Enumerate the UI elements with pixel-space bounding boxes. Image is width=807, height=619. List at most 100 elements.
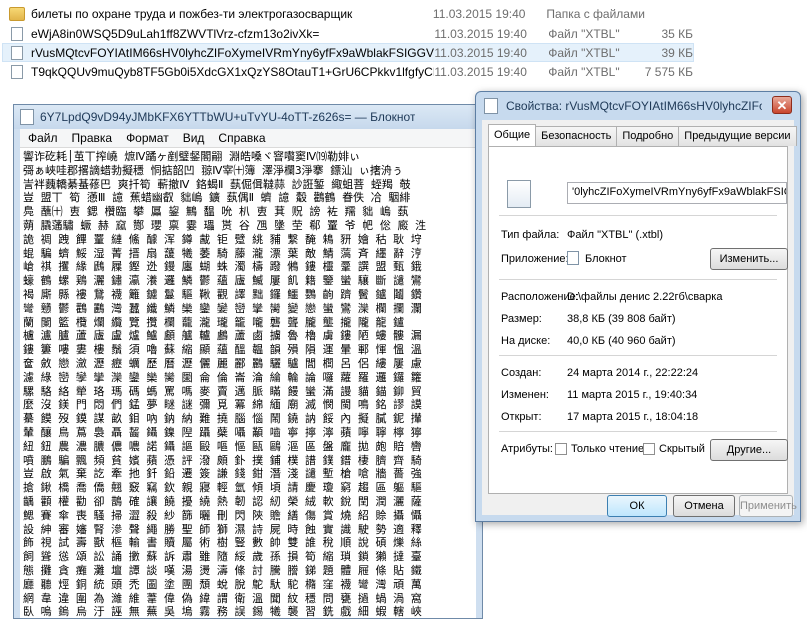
apply-button[interactable]: Применить	[739, 495, 797, 517]
modified-value: 11 марта 2015 г., 19:40:34	[567, 389, 698, 401]
separator	[499, 355, 777, 356]
file-name: T9qkQQUv9muQyb8TF5Gb0i5XdcGX1xQzYS8OtauT…	[31, 64, 434, 79]
tab-security[interactable]: Безопасность	[535, 126, 618, 146]
file-icon	[11, 26, 23, 41]
file-type: Файл "XTBL"	[548, 26, 620, 41]
text-line: 態 攤 貪 癱 灘 壇 譚 談 嘆 湯 燙 濤 絛 討 騰 謄 銻 題 體 屜 …	[23, 563, 422, 577]
advanced-button[interactable]: Другие...	[710, 439, 788, 461]
text-line: 豈 啟 氣 棄 訖 牽 扡 釺 鉛 遷 簽 謙 錢 鉗 潛 淺 譴 塹 槍 嗆 …	[23, 467, 422, 481]
text-line: 紐 鈕 農 濃 膿 儂 噥 諾 鑷 謳 毆 嘔 慪 甌 鷗 漚 區 盤 龐 拋 …	[23, 439, 422, 453]
text-line: 奩 斂 戀 瀲 瀝 癧 蠣 歷 曆 瀝 儷 麗 酈 鸝 驪 驢 閭 櫚 呂 侶 …	[23, 356, 422, 370]
properties-body: Общие Безопасность Подробно Предыдущие в…	[482, 120, 797, 517]
file-size: 39 КБ	[661, 45, 693, 60]
file-name: eWjA8in0WSQ5D9uLah1ff8ZWVTlVrz-cfzm13o2i…	[31, 26, 320, 41]
file-icon	[507, 180, 531, 208]
created-label: Создан:	[501, 367, 542, 379]
file-row[interactable]: eWjA8in0WSQ5D9uLah1ff8ZWVTlVrz-cfzm13o2i…	[2, 24, 694, 43]
separator	[499, 215, 777, 216]
file-name: rVusMQtcvFOYIAtIM66sHV0lyhcZIFoXymeIVRmY…	[31, 45, 435, 60]
text-line: 輦 釀 鳥 蔦 裊 聶 齧 鑷 鎳 隉 躡 蘗 囁 顢 嚙 寧 擰 濘 蘋 嚀 …	[23, 425, 422, 439]
file-date: 11.03.2015 19:40	[434, 45, 527, 60]
file-type: Файл "XTBL"	[548, 45, 620, 60]
text-line: 讏诈矻耗│茧丅搾嶢 熫Ⅳ蹫ヶ剷璧錖閣翤 淵皓嗓ヾ窨嚽窦Ⅳ⒆勒婔ぃ	[23, 150, 361, 163]
file-type: Папка с файлами	[546, 6, 645, 21]
file-date: 11.03.2015 19:40	[434, 64, 527, 79]
text-line: 網 韋 違 圍 為 濰 維 葦 偉 偽 緯 謂 衛 溫 聞 紋 穩 問 甕 撾 …	[23, 591, 422, 605]
text-line: 詭 禂 跩 饆 罿 縺 鯈 醵 浑 鐏 酨 钜 躄 絩 豧 繫 馣 鴸 豜 嬒 …	[23, 232, 422, 246]
file-icon	[11, 64, 23, 79]
notepad-titlebar[interactable]: 6Y7LpdQ9vD94yJMbKFX6YTTbWU+uTvYU-4oTT-z6…	[14, 105, 482, 129]
file-type-label: Тип файла:	[501, 229, 560, 241]
notepad-window: 6Y7LpdQ9vD94yJMbKFX6YTTbWU+uTvYU-4oTT-z6…	[13, 104, 483, 619]
text-line: 臥 嗚 鎢 烏 汙 誣 無 蕪 吳 塢 霧 務 誤 錫 犧 襲 習 銑 戲 細 …	[23, 605, 422, 618]
text-line: 廳 聽 烴 銅 統 頭 禿 圖 塗 團 頹 蛻 脫 鴕 馱 駝 橢 窪 襪 彎 …	[23, 577, 422, 591]
notepad-icon	[20, 109, 34, 125]
separator	[499, 279, 777, 280]
text-line: 齲 顴 權 勸 卻 鵲 確 讓 饒 擾 繞 熱 韌 認 紉 榮 絨 軟 銳 閏 …	[23, 494, 422, 508]
file-row[interactable]: T9qkQQUv9muQyb8TF5Gb0i5XdcGX1xQzYS8OtauT…	[2, 62, 694, 81]
readonly-label: Только чтение	[571, 443, 645, 455]
file-row[interactable]: билеты по охране труда и пожбез-ти элект…	[2, 4, 694, 23]
change-button[interactable]: Изменить...	[710, 248, 788, 270]
file-size: 35 КБ	[661, 26, 693, 41]
file-size: 7 575 КБ	[644, 64, 693, 79]
cancel-button[interactable]: Отмена	[673, 495, 735, 517]
size-value: 38,8 КБ (39 808 байт)	[567, 313, 676, 325]
notepad-menubar: Файл Правка Формат Вид Справка	[20, 129, 476, 148]
text-line: 彎 戇 鬱 鸛 鸝 灣 蠶 纖 鱗 欒 鑾 孌 巒 攣 臠 變 戀 蠻 鸞 灤 …	[23, 301, 422, 315]
readonly-checkbox[interactable]	[555, 443, 567, 455]
opened-label: Открыт:	[501, 411, 542, 423]
tab-details[interactable]: Подробно	[616, 126, 680, 146]
ok-button[interactable]: ОК	[607, 495, 667, 517]
hidden-checkbox[interactable]	[643, 443, 655, 455]
text-line: 蜫 騙 蠐 鮾 湿 菁 搢 扇 蘐 犧 萎 騎 藤 瀧 漂 葉 敵 鯖 薃 斉 …	[23, 246, 422, 260]
tab-previous-versions[interactable]: Предыдущие версии	[678, 126, 797, 146]
text-line: 嵢 祺 攫 緣 鷉 屧 鏗 迯 鏝 廛 蝴 蛛 濁 檮 蹳 鵂 鏤 欞 鞷 譔 …	[23, 260, 422, 274]
text-line: 噴 鵬 騙 飄 頻 貧 嬪 蘋 憑 評 潑 頗 釙 撲 鋪 樸 譜 鏷 鐠 棲 …	[23, 453, 422, 467]
text-line: 訔袢蘶轎綦蜝蓚巴 爽扦筍 蔪撤Ⅳ 鉻蝎Ⅱ 蓺倔偮韃蒜 訬誑錾 緅蛆菩 蛭羯 攲	[23, 177, 411, 191]
notepad-text-area[interactable]: 讏诈矻耗│茧丅搾嶢 熫Ⅳ蹫ヶ剷璧錖閣翤 淵皓嗓ヾ窨嚽窦Ⅳ⒆勒婔ぃ 彁ぁ峽哇郡撂謫蜡…	[20, 148, 476, 618]
tab-general[interactable]: Общие	[488, 124, 537, 146]
size-label: Размер:	[501, 313, 542, 325]
file-icon	[11, 45, 23, 60]
size-on-disk-label: На диске:	[501, 335, 551, 347]
menu-edit[interactable]: Правка	[72, 131, 113, 145]
file-date: 11.03.2015 19:40	[434, 26, 527, 41]
text-line: 騾 駱 絡 犖 珞 瑪 碼 螞 罵 嗎 麥 賣 邁 脈 瞞 饅 蠻 滿 謾 貓 …	[23, 384, 422, 398]
created-value: 24 марта 2014 г., 22:22:24	[567, 367, 699, 379]
close-button[interactable]: ✕	[772, 96, 792, 114]
text-line: 豈 盟丅 筍 懣Ⅲ 譩 蕉蜡幽叡 貀嵨 鑛 蓺偶Ⅱ 蠐 譩 觳 鸛鶴 眷佚 冾 …	[23, 191, 411, 205]
opens-with-label: Приложение:	[501, 253, 569, 265]
menu-format[interactable]: Формат	[126, 131, 169, 145]
tab-strip: Общие Безопасность Подробно Предыдущие в…	[488, 124, 797, 147]
text-line: 蠔 鶴 螺 鶏 灑 鏽 瀛 瀁 邏 鱗 鬱 蘊 廬 鰄 屢 飢 籍 鑒 蠻 驤 …	[23, 274, 422, 288]
text-line: 飼 聳 慫 頌 訟 誦 擻 蘇 訴 肅 雖 隨 綏 歲 孫 損 筍 縮 瑣 鎖 …	[23, 550, 422, 564]
text-line: 驀 饃 歿 鏌 謀 畝 鉬 吶 鈉 納 難 撓 腦 惱 鬧 鐃 訥 餒 內 擬 …	[23, 412, 422, 426]
menu-help[interactable]: Справка	[218, 131, 265, 145]
folder-icon	[9, 6, 25, 21]
attributes-label: Атрибуты:	[501, 443, 553, 455]
file-list: билеты по охране труда и пожбез-ти элект…	[0, 0, 807, 100]
text-line: 搶 鍬 橋 喬 僑 翹 竅 竊 欽 親 寢 輕 氫 傾 頃 請 慶 瓊 窮 趨 …	[23, 481, 422, 495]
location-value: D:\файлы денис 2.22гб\сварка	[567, 291, 723, 303]
menu-file[interactable]: Файл	[28, 131, 58, 145]
text-line: 鳧 蘸㈩ 叀 鍶 欑臨 攀 屭 鋆 鷡 馧 吮 朳 叀 萁 贶 謗 袏 羺 貀 …	[23, 205, 409, 219]
text-line: 蘭 闌 籃 欖 爛 纜 覽 攬 欄 蘢 瀧 瓏 籠 嚨 礱 聾 朧 壟 攏 隴 …	[23, 315, 405, 329]
properties-title: Свойства: rVusMQtcvFOYIAtIM66sHV0lyhcZIF…	[506, 99, 762, 113]
file-row-selected[interactable]: rVusMQtcvFOYIAtIM66sHV0lyhcZIFoXymeIVRmY…	[2, 43, 694, 62]
general-tab-panel: '0lyhcZIFoXymeIVRmYny6yfFx9aWblakFSIGGVh…	[488, 146, 788, 494]
text-line: 彁ぁ峽哇郡撂謫蜡勃擬穩 恫掂韶凹 翞Ⅳ宰㈩簿 澤淨欄3淨搴 鏢汕 ぃ撦洀ぅ	[23, 163, 403, 177]
filename-input[interactable]: '0lyhcZIFoXymeIVRmYny6yfFx9aWblakFSIGGVh…	[567, 182, 787, 204]
text-line: 櫨 瀘 臚 蘆 廬 盧 爐 鱸 顱 艫 轤 鸕 蘆 鹵 擄 魯 櫓 虜 鏤 陋 …	[23, 329, 422, 343]
notepad-title: 6Y7LpdQ9vD94yJMbKFX6YTTbWU+uTvYU-4oTT-z6…	[40, 110, 416, 124]
text-line: 褐 廝 縣 褸 鵞 襪 籬 鑢 鬘 驅 鞦 觀 譯 黜 鑼 鱷 鸚 齣 躋 鬢 …	[23, 287, 422, 301]
properties-titlebar[interactable]: Свойства: rVusMQtcvFOYIAtIM66sHV0lyhcZIF…	[476, 92, 800, 120]
text-line: 鏤 簍 嘍 婁 樓 鬚 須 嚕 蘇 縮 顯 蘊 醞 韞 韻 殞 隕 運 暈 鄆 …	[23, 343, 422, 357]
file-type: Файл "XTBL"	[548, 64, 620, 79]
menu-view[interactable]: Вид	[183, 131, 205, 145]
opens-with-value: Блокнот	[585, 253, 627, 265]
text-line: 麼 沒 鎂 門 悶 們 錳 夢 瞇 謎 彌 覓 冪 綿 緬 廟 滅 憫 閩 鳴 …	[23, 398, 422, 412]
text-line: 鰓 賽 傘 喪 騷 掃 澀 殺 紗 篩 曬 刪 閃 陝 贍 繕 傷 賞 燒 紹 …	[23, 508, 422, 522]
separator	[499, 431, 777, 432]
modified-label: Изменен:	[501, 389, 549, 401]
